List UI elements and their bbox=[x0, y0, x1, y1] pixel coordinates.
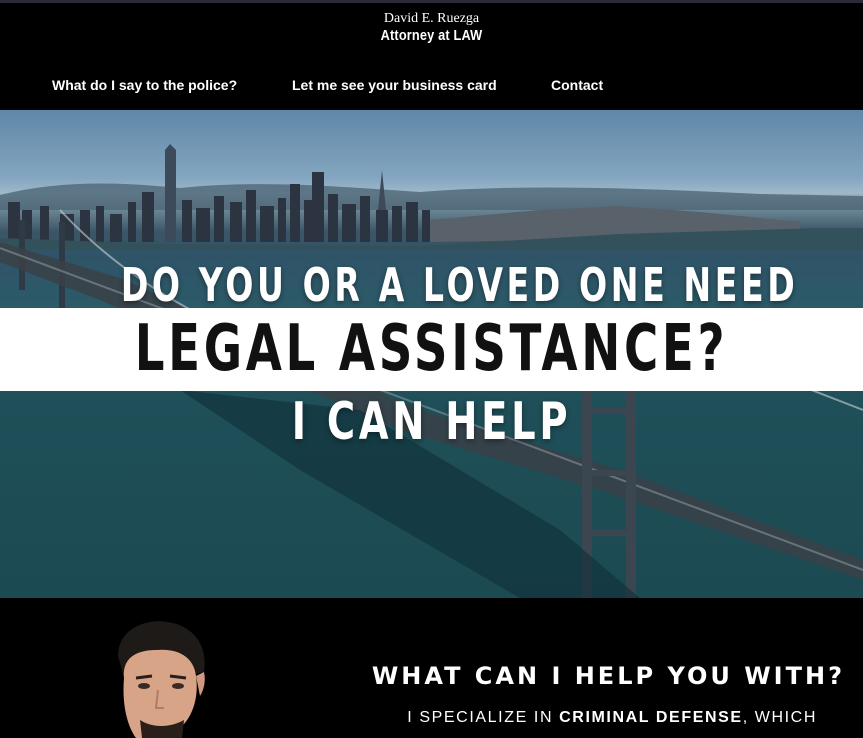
nav-link-business-card[interactable]: Let me see your business card bbox=[292, 77, 497, 93]
services-heading: WHAT CAN I HELP YOU WITH? bbox=[371, 662, 845, 690]
attorney-name: David E. Ruezga bbox=[383, 11, 480, 26]
attorney-subtitle: Attorney at LAW bbox=[380, 27, 483, 44]
nav-link-contact[interactable]: Contact bbox=[551, 77, 603, 93]
site-header: David E. Ruezga Attorney at LAW What do … bbox=[0, 3, 863, 110]
hero-banner: DO YOU OR A LOVED ONE NEED LEGAL ASSISTA… bbox=[0, 110, 863, 598]
services-intro-prefix: I SPECIALIZE IN bbox=[407, 709, 560, 726]
hero-headline-line2: LEGAL ASSISTANCE? bbox=[134, 312, 729, 386]
nav-link-police[interactable]: What do I say to the police? bbox=[52, 77, 237, 93]
services-intro-text: I SPECIALIZE IN CRIMINAL DEFENSE, WHICH bbox=[407, 709, 817, 727]
services-section: WHAT CAN I HELP YOU WITH? I SPECIALIZE I… bbox=[0, 598, 863, 738]
services-intro-suffix: , WHICH bbox=[742, 709, 817, 726]
hero-headline-line3: I CAN HELP bbox=[291, 392, 572, 452]
services-intro-bold: CRIMINAL DEFENSE bbox=[559, 709, 743, 726]
hero-headline-line1: DO YOU OR A LOVED ONE NEED bbox=[120, 258, 799, 312]
attorney-portrait bbox=[118, 621, 205, 738]
